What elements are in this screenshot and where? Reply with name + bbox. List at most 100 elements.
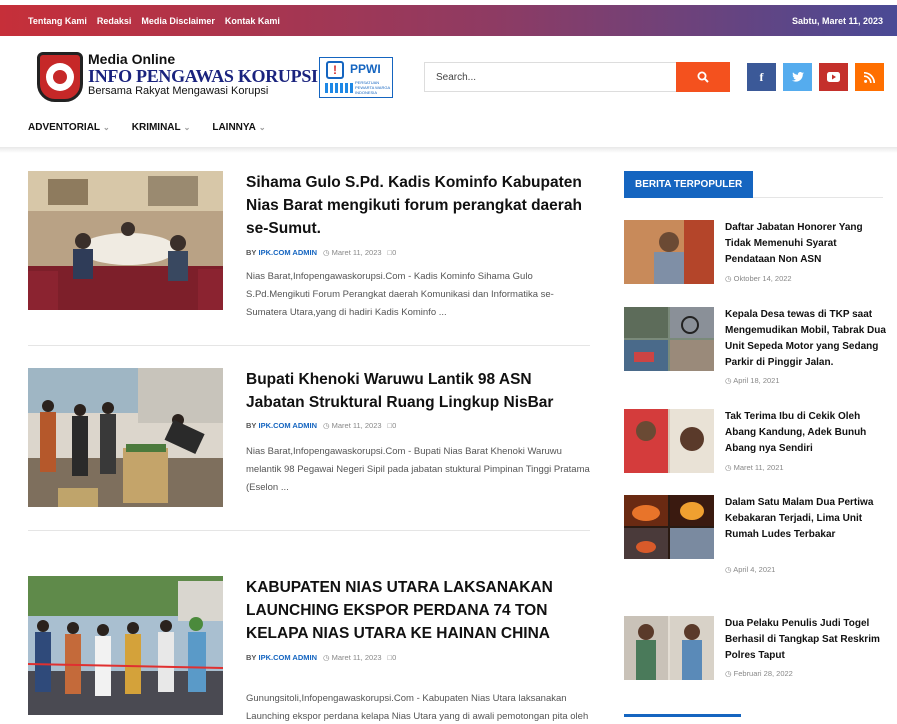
exclamation-icon: ! — [326, 61, 344, 79]
top-link-redaksi[interactable]: Redaksi — [97, 16, 132, 26]
ppwi-text: PPWI — [350, 62, 381, 76]
search-input[interactable] — [424, 62, 676, 92]
article-meta: BY IPK.COM ADMIN ◷ Maret 11, 2023 □0 — [246, 653, 396, 662]
article-thumbnail[interactable] — [28, 171, 223, 310]
twitter-icon — [791, 72, 804, 82]
top-nav: Tentang Kami Redaksi Media Disclaimer Ko… — [28, 16, 280, 26]
article-date: Maret 11, 2023 — [331, 653, 382, 662]
comment-count[interactable]: 0 — [392, 421, 396, 430]
clock-icon: ◷ — [725, 565, 732, 574]
facebook-button[interactable]: f — [747, 63, 776, 91]
popular-title[interactable]: Kepala Desa tewas di TKP saat Mengemudik… — [725, 307, 886, 371]
ppwi-logo: ! PPWI PERSATUAN PEWARTA WARGA INDONESIA — [319, 57, 393, 98]
sidebar-next-heading — [624, 714, 741, 717]
nav-item-label: LAINNYA — [212, 122, 256, 133]
clock-icon: ◷ — [725, 669, 732, 678]
popular-thumbnail[interactable] — [624, 495, 714, 559]
rss-icon — [864, 71, 875, 83]
clock-icon: ◷ — [725, 376, 732, 385]
article-author[interactable]: IPK.COM ADMIN — [259, 421, 317, 430]
by-label: BY — [246, 248, 257, 257]
article-title[interactable]: KABUPATEN NIAS UTARA LAKSANAKAN LAUNCHIN… — [246, 576, 590, 645]
nav-item-label: KRIMINAL — [131, 122, 181, 133]
article-excerpt: Gunungsitoli,Infopengawaskorupsi.Com - K… — [246, 693, 589, 722]
ppwi-subtext: PERSATUAN PEWARTA WARGA INDONESIA — [355, 80, 390, 95]
comment-count[interactable]: 0 — [392, 653, 396, 662]
popular-item: Kepala Desa tewas di TKP saat Mengemudik… — [624, 307, 886, 387]
nav-divider — [0, 147, 897, 153]
youtube-icon — [827, 72, 840, 82]
top-link-kontak-kami[interactable]: Kontak Kami — [225, 16, 280, 26]
logo-line-2: INFO PENGAWAS KORUPSI — [88, 66, 318, 86]
popular-item: Dalam Satu Malam Dua Pertiwa Kebakaran T… — [624, 495, 886, 577]
popular-thumbnail[interactable] — [624, 220, 714, 284]
article-title[interactable]: Sihama Gulo S.Pd. Kadis Kominfo Kabupate… — [246, 171, 590, 240]
popular-thumbnail[interactable] — [624, 409, 714, 473]
main-nav: ADVENTORIAL ⌄ KRIMINAL ⌄ LAINNYA ⌄ — [28, 122, 266, 133]
top-link-media-disclaimer[interactable]: Media Disclaimer — [141, 16, 215, 26]
article-author[interactable]: IPK.COM ADMIN — [259, 248, 317, 257]
logo-emblem-icon — [37, 52, 83, 102]
popular-item: Tak Terima Ibu di Cekik Oleh Abang Kandu… — [624, 409, 886, 479]
clock-icon: ◷ — [725, 274, 732, 283]
article-thumbnail[interactable] — [28, 576, 223, 715]
clock-icon: ◷ — [323, 653, 330, 662]
article-divider — [28, 530, 590, 531]
search-button[interactable] — [676, 62, 730, 92]
nav-item-lainnya[interactable]: LAINNYA ⌄ — [212, 122, 265, 133]
comment-count[interactable]: 0 — [392, 248, 396, 257]
logo-tagline: Bersama Rakyat Mengawasi Korupsi — [88, 85, 269, 97]
chevron-down-icon: ⌄ — [258, 123, 266, 132]
clock-icon: ◷ — [323, 421, 330, 430]
article-excerpt: Nias Barat,Infopengawaskorupsi.Com - Kad… — [246, 271, 554, 318]
article-item: KABUPATEN NIAS UTARA LAKSANAKAN LAUNCHIN… — [28, 576, 590, 724]
article-author[interactable]: IPK.COM ADMIN — [259, 653, 317, 662]
popular-date: ◷ April 18, 2021 — [725, 376, 780, 385]
chevron-down-icon: ⌄ — [103, 123, 110, 132]
article-divider — [28, 345, 590, 346]
facebook-icon: f — [759, 69, 764, 84]
popular-title[interactable]: Dua Pelaku Penulis Judi Togel Berhasil d… — [725, 616, 886, 664]
article-item: Sihama Gulo S.Pd. Kadis Kominfo Kabupate… — [28, 171, 590, 321]
popular-title[interactable]: Tak Terima Ibu di Cekik Oleh Abang Kandu… — [725, 409, 886, 457]
popular-thumbnail[interactable] — [624, 616, 714, 680]
popular-title[interactable]: Daftar Jabatan Honorer Yang Tidak Memenu… — [725, 220, 886, 268]
top-link-tentang-kami[interactable]: Tentang Kami — [28, 16, 87, 26]
article-title[interactable]: Bupati Khenoki Waruwu Lantik 98 ASN Jaba… — [246, 368, 590, 414]
sidebar-heading: BERITA TERPOPULER — [624, 171, 883, 198]
nav-item-kriminal[interactable]: KRIMINAL ⌄ — [132, 122, 191, 133]
popular-title[interactable]: Dalam Satu Malam Dua Pertiwa Kebakaran T… — [725, 495, 886, 543]
nav-item-adventorial[interactable]: ADVENTORIAL ⌄ — [28, 122, 110, 133]
article-meta: BY IPK.COM ADMIN ◷ Maret 11, 2023 □0 — [246, 248, 396, 257]
twitter-button[interactable] — [783, 63, 812, 91]
article-item: Bupati Khenoki Waruwu Lantik 98 ASN Jaba… — [28, 368, 590, 508]
rss-button[interactable] — [855, 63, 884, 91]
popular-date: ◷ Maret 11, 2021 — [725, 463, 784, 472]
popular-date: ◷ April 4, 2021 — [725, 565, 776, 574]
search-icon — [697, 71, 709, 83]
popular-item: Daftar Jabatan Honorer Yang Tidak Memenu… — [624, 220, 886, 295]
popular-item: Dua Pelaku Penulis Judi Togel Berhasil d… — [624, 616, 886, 686]
top-bar: Tentang Kami Redaksi Media Disclaimer Ko… — [0, 5, 897, 36]
by-label: BY — [246, 653, 257, 662]
article-date: Maret 11, 2023 — [331, 248, 382, 257]
search-form — [424, 62, 730, 92]
popular-date: ◷ Februari 28, 2022 — [725, 669, 793, 678]
youtube-button[interactable] — [819, 63, 848, 91]
article-excerpt: Nias Barat,Infopengawaskorupsi.Com - Bup… — [246, 446, 590, 493]
social-links: f — [747, 63, 884, 91]
logo-line-1: Media Online — [88, 51, 176, 67]
clock-icon: ◷ — [323, 248, 330, 257]
article-date: Maret 11, 2023 — [331, 421, 382, 430]
popular-date: ◷ Oktober 14, 2022 — [725, 274, 792, 283]
clock-icon: ◷ — [725, 463, 732, 472]
popular-thumbnail[interactable] — [624, 307, 714, 371]
article-thumbnail[interactable] — [28, 368, 223, 507]
current-date: Sabtu, Maret 11, 2023 — [791, 15, 883, 26]
nav-item-label: ADVENTORIAL — [28, 122, 101, 133]
sidebar-heading-label: BERITA TERPOPULER — [624, 171, 754, 198]
article-meta: BY IPK.COM ADMIN ◷ Maret 11, 2023 □0 — [246, 421, 396, 430]
people-icon — [325, 83, 353, 93]
by-label: BY — [246, 421, 257, 430]
chevron-down-icon: ⌄ — [183, 123, 191, 132]
